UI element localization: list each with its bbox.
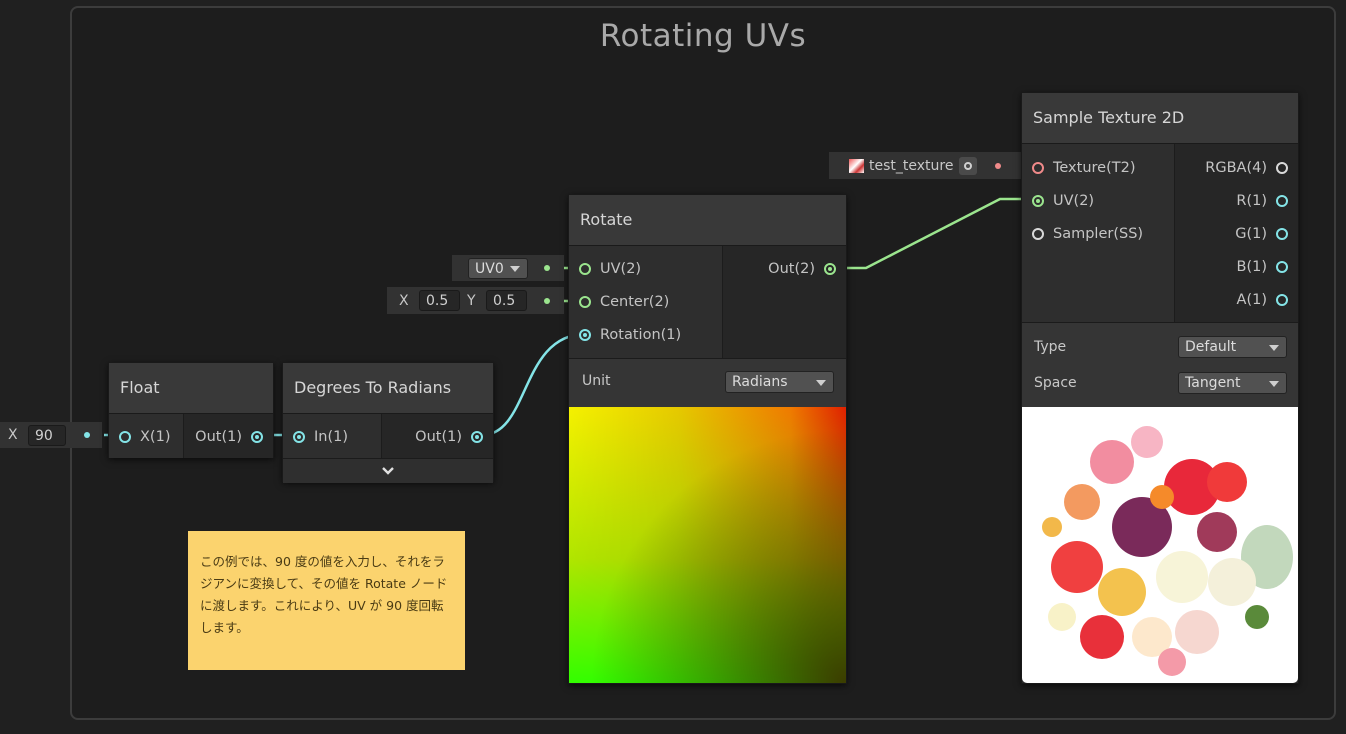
deg-output-out[interactable]: Out(1) <box>382 420 493 453</box>
space-dropdown-value: Tangent <box>1185 375 1241 391</box>
sample-output-b-port[interactable] <box>1276 260 1288 273</box>
float-output-out[interactable]: Out(1) <box>184 420 273 453</box>
sample-output-b-label: B(1) <box>1236 258 1268 275</box>
float-x-label: X <box>8 427 18 443</box>
sample-output-g-port[interactable] <box>1276 227 1288 240</box>
uv-channel-dropdown-value: UV0 <box>475 260 504 277</box>
sample-output-r-label: R(1) <box>1236 192 1267 209</box>
texture-preview <box>1022 407 1298 683</box>
center-inline-port-dot <box>544 297 550 304</box>
space-dropdown[interactable]: Tangent <box>1178 372 1287 394</box>
sample-output-b[interactable]: B(1) <box>1175 250 1298 283</box>
sample-output-rgba-label: RGBA(4) <box>1205 159 1267 176</box>
sample-output-rgba-port[interactable] <box>1276 161 1288 174</box>
center-y-label: Y <box>467 292 476 309</box>
rotate-unit-row: Unit Radians <box>569 358 846 407</box>
sample-input-uv-port[interactable] <box>1032 194 1044 207</box>
sticky-note[interactable]: この例では、90 度の値を入力し、それをラジアンに変換して、その値を Rotat… <box>188 531 465 670</box>
sample-output-g[interactable]: G(1) <box>1175 217 1298 250</box>
sticky-note-text[interactable]: この例では、90 度の値を入力し、それをラジアンに変換して、その値を Rotat… <box>200 551 453 639</box>
rotate-uv-inline[interactable]: UV0 <box>452 255 564 281</box>
texture-inline-port-dot <box>995 162 1002 169</box>
rotate-preview <box>569 407 846 683</box>
texture-field-value[interactable]: test_texture <box>869 158 953 174</box>
uv-inline-port-dot <box>544 265 550 271</box>
type-dropdown-value: Default <box>1185 339 1237 355</box>
rotate-output-out-port[interactable] <box>824 262 836 275</box>
dropdown-caret-icon <box>1269 381 1279 387</box>
flower-bouquet-image <box>1042 426 1293 676</box>
center-x-input[interactable]: 0.5 <box>419 290 460 311</box>
rotate-input-uv[interactable]: UV(2) <box>569 252 722 285</box>
dropdown-caret-icon <box>816 380 826 386</box>
rotate-center-inline[interactable]: X 0.5 Y 0.5 <box>387 287 564 314</box>
dropdown-caret-icon <box>1269 345 1279 351</box>
center-x-label: X <box>399 292 409 309</box>
rotate-input-rotation-label: Rotation(1) <box>600 326 682 343</box>
sample-texture-2d-node[interactable]: Sample Texture 2D Texture(T2) UV(2) Samp… <box>1021 92 1299 684</box>
sample-input-texture-port[interactable] <box>1032 161 1044 174</box>
rotate-node[interactable]: Rotate UV(2) Center(2) Rotation(1) Out(2… <box>568 194 847 684</box>
rotate-unit-dropdown[interactable]: Radians <box>725 371 834 393</box>
sample-output-a-label: A(1) <box>1236 291 1267 308</box>
deg-input-in-port[interactable] <box>293 430 305 443</box>
float-x-port-dot <box>84 432 90 438</box>
sample-output-a-port[interactable] <box>1276 293 1288 306</box>
degrees-to-radians-node-title[interactable]: Degrees To Radians <box>283 363 493 414</box>
sample-output-g-label: G(1) <box>1235 225 1267 242</box>
sample-texture-2d-node-title[interactable]: Sample Texture 2D <box>1022 93 1298 144</box>
sample-input-sampler-label: Sampler(SS) <box>1053 225 1144 242</box>
deg-output-out-port[interactable] <box>471 430 483 443</box>
rotate-unit-dropdown-value: Radians <box>732 374 788 390</box>
degrees-to-radians-node[interactable]: Degrees To Radians In(1) Out(1) <box>282 362 494 483</box>
expand-preview-button[interactable] <box>283 458 493 483</box>
type-label: Type <box>1034 339 1067 355</box>
sample-input-texture-label: Texture(T2) <box>1053 159 1136 176</box>
center-y-input[interactable]: 0.5 <box>486 290 527 311</box>
rotate-input-uv-port[interactable] <box>579 262 591 275</box>
deg-output-out-label: Out(1) <box>415 428 462 445</box>
object-picker-icon[interactable] <box>959 156 978 175</box>
float-output-out-label: Out(1) <box>195 428 242 445</box>
type-dropdown[interactable]: Default <box>1178 336 1287 358</box>
sample-input-uv-label: UV(2) <box>1053 192 1095 209</box>
sample-input-uv[interactable]: UV(2) <box>1022 184 1174 217</box>
rotate-unit-label: Unit <box>582 373 611 389</box>
rotate-input-uv-label: UV(2) <box>600 260 642 277</box>
float-node[interactable]: Float X(1) Out(1) <box>108 362 274 458</box>
deg-input-in-label: In(1) <box>314 428 349 445</box>
sample-output-rgba[interactable]: RGBA(4) <box>1175 151 1298 184</box>
float-input-x-label: X(1) <box>140 428 171 445</box>
uv-channel-dropdown[interactable]: UV0 <box>468 257 528 279</box>
rotate-input-center-port[interactable] <box>579 295 591 308</box>
float-input-x[interactable]: X(1) <box>109 420 183 453</box>
dropdown-caret-icon <box>510 265 520 272</box>
rotate-input-center[interactable]: Center(2) <box>569 285 722 318</box>
sample-output-a[interactable]: A(1) <box>1175 283 1298 316</box>
float-x-field[interactable]: X 90 <box>0 422 102 448</box>
texture-thumbnail-icon <box>849 158 864 173</box>
sample-output-r[interactable]: R(1) <box>1175 184 1298 217</box>
rotate-output-out-label: Out(2) <box>768 260 815 277</box>
texture-inline-field[interactable]: test_texture <box>829 152 1021 179</box>
sample-output-r-port[interactable] <box>1276 194 1288 207</box>
group-title[interactable]: Rotating UVs <box>72 18 1334 54</box>
sample-input-sampler-port[interactable] <box>1032 227 1044 240</box>
deg-input-in[interactable]: In(1) <box>283 420 381 453</box>
rotate-node-title[interactable]: Rotate <box>569 195 846 246</box>
sample-input-sampler[interactable]: Sampler(SS) <box>1022 217 1174 250</box>
float-node-title[interactable]: Float <box>109 363 273 414</box>
sample-input-texture[interactable]: Texture(T2) <box>1022 151 1174 184</box>
float-x-input[interactable]: 90 <box>28 424 66 446</box>
float-input-x-port[interactable] <box>119 430 131 443</box>
rotate-input-center-label: Center(2) <box>600 293 670 310</box>
space-label: Space <box>1034 375 1077 391</box>
sample-settings: Type Default Space Tangent <box>1022 322 1298 407</box>
rotate-input-rotation-port[interactable] <box>579 328 591 341</box>
rotate-output-out[interactable]: Out(2) <box>723 252 846 285</box>
chevron-down-icon <box>382 467 394 475</box>
float-output-out-port[interactable] <box>251 430 263 443</box>
rotate-input-rotation[interactable]: Rotation(1) <box>569 318 722 351</box>
